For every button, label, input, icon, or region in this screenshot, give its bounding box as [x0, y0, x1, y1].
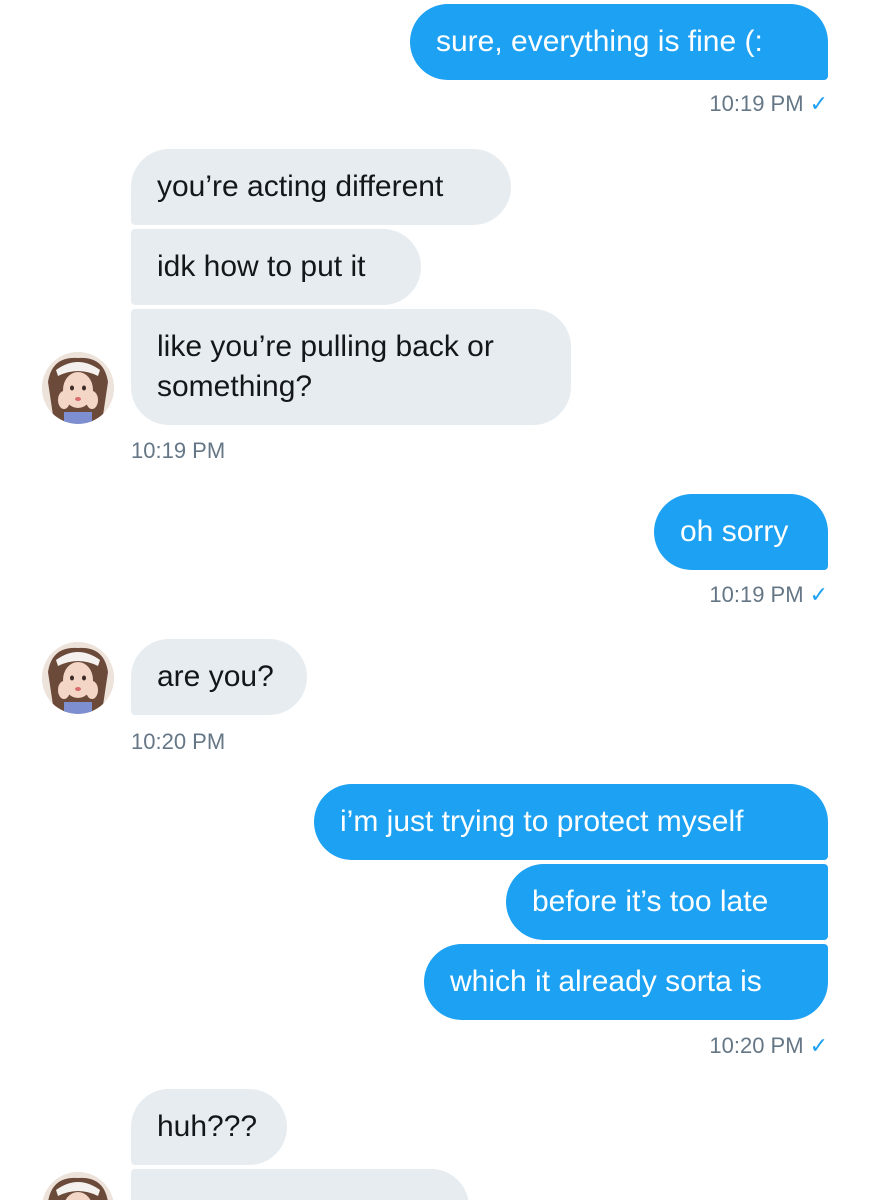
timestamp-text: 10:19 PM [709, 91, 804, 116]
received-message[interactable]: idk how to put it [131, 229, 421, 305]
sent-message[interactable]: oh sorry [654, 494, 828, 570]
received-message[interactable]: huh??? [131, 1089, 287, 1165]
message-timestamp: 10:20 PM ✓ [709, 1032, 828, 1060]
message-timestamp: 10:19 PM ✓ [709, 581, 828, 609]
message-timestamp: 10:19 PM ✓ [709, 90, 828, 118]
checkmark-icon: ✓ [809, 1033, 828, 1058]
avatar[interactable] [42, 352, 114, 424]
user-avatar-photo [42, 1172, 114, 1200]
checkmark-icon: ✓ [809, 582, 828, 607]
user-avatar-photo [42, 352, 114, 424]
sent-message[interactable]: i’m just trying to protect myself [314, 784, 828, 860]
received-message[interactable]: like you’re pulling back or something? [131, 309, 571, 425]
avatar[interactable] [42, 1172, 114, 1200]
timestamp-text: 10:19 PM [131, 438, 226, 463]
message-timestamp: 10:19 PM [131, 437, 225, 465]
received-message-partial[interactable] [131, 1169, 469, 1200]
message-timestamp: 10:20 PM [131, 728, 225, 756]
avatar[interactable] [42, 642, 114, 714]
timestamp-text: 10:19 PM [709, 582, 804, 607]
timestamp-text: 10:20 PM [131, 729, 226, 754]
message-thread: sure, everything is fine (: 10:19 PM ✓ yo… [0, 0, 870, 1200]
received-message[interactable]: you’re acting different [131, 149, 511, 225]
user-avatar-photo [42, 642, 114, 714]
sent-message[interactable]: which it already sorta is [424, 944, 828, 1020]
sent-message[interactable]: before it’s too late [506, 864, 828, 940]
sent-message[interactable]: sure, everything is fine (: [410, 4, 828, 80]
timestamp-text: 10:20 PM [709, 1033, 804, 1058]
received-message[interactable]: are you? [131, 639, 307, 715]
checkmark-icon: ✓ [809, 91, 828, 116]
